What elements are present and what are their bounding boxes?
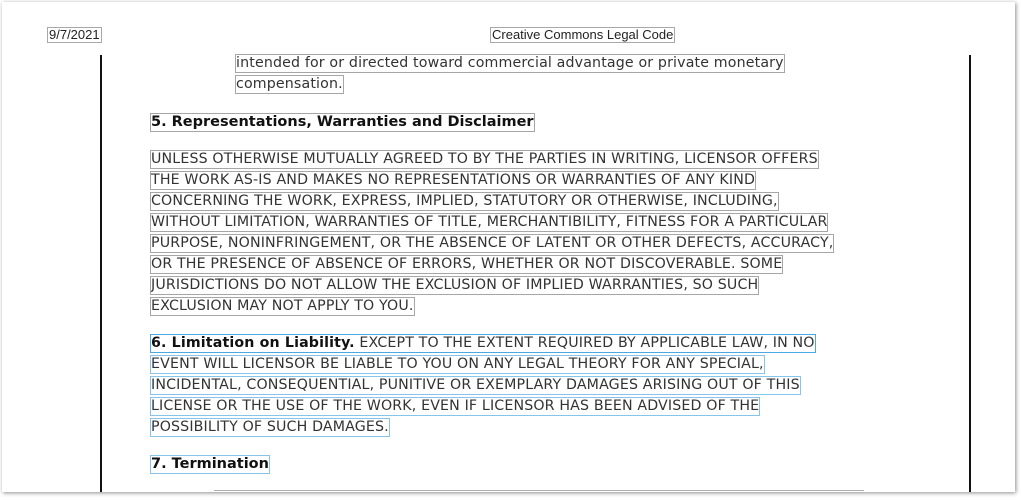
text-line: CONCERNING THE WORK, EXPRESS, IMPLIED, S… (150, 192, 779, 211)
page-bottom-line (214, 490, 864, 491)
text-line: LICENSE OR THE USE OF THE WORK, EVEN IF … (149, 397, 761, 416)
text-line: compensation. (235, 75, 344, 94)
section-6-first-line-text: EXCEPT TO THE EXTENT REQUIRED BY APPLICA… (354, 335, 815, 351)
document-page: 9/7/2021 Creative Commons Legal Code int… (2, 2, 1015, 492)
text-line: EXCLUSION MAY NOT APPLY TO YOU. (150, 297, 415, 316)
text-line: OR THE PRESENCE OF ABSENCE OF ERRORS, WH… (149, 255, 784, 274)
section-6-first-line: 6. Limitation on Liability. EXCEPT TO TH… (150, 334, 816, 353)
text-line: POSSIBILITY OF SUCH DAMAGES. (150, 418, 390, 437)
print-title: Creative Commons Legal Code (490, 27, 676, 43)
text-line: WITHOUT LIMITATION, WARRANTIES OF TITLE,… (149, 213, 829, 232)
text-line: PURPOSE, NONINFRINGEMENT, OR THE ABSENCE… (149, 234, 835, 253)
right-margin-rule (969, 55, 971, 492)
text-line: UNLESS OTHERWISE MUTUALLY AGREED TO BY T… (150, 150, 819, 169)
section-5-heading: 5. Representations, Warranties and Discl… (150, 113, 535, 132)
text-line: JURISDICTIONS DO NOT ALLOW THE EXCLUSION… (149, 276, 760, 295)
text-line: intended for or directed toward commerci… (235, 54, 785, 73)
left-margin-rule (100, 55, 102, 492)
text-line: EVENT WILL LICENSOR BE LIABLE TO YOU ON … (150, 355, 765, 374)
section-6-heading: 6. Limitation on Liability. (151, 335, 355, 351)
print-date: 9/7/2021 (47, 27, 102, 43)
text-line: INCIDENTAL, CONSEQUENTIAL, PUNITIVE OR E… (150, 376, 801, 395)
section-7-heading: 7. Termination (150, 455, 270, 474)
text-line: THE WORK AS-IS AND MAKES NO REPRESENTATI… (149, 171, 757, 190)
